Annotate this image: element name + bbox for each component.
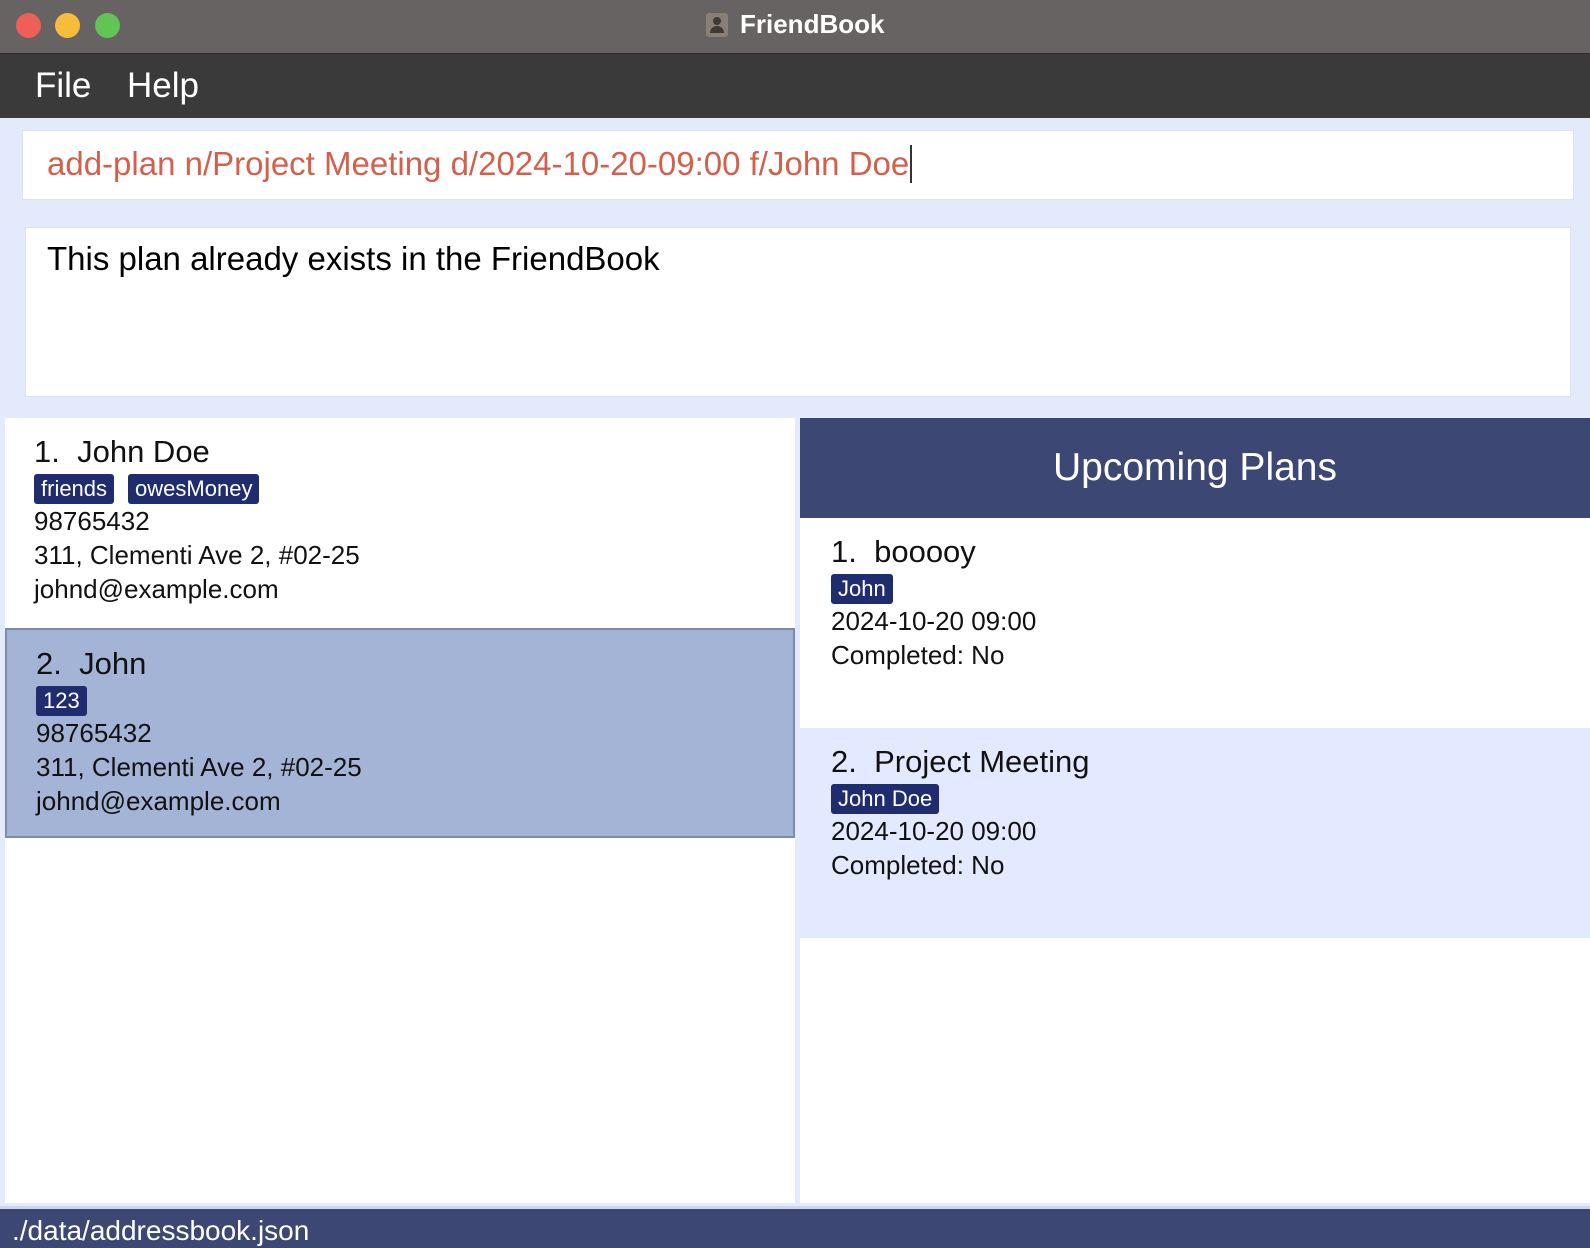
command-input[interactable]: add-plan n/Project Meeting d/2024-10-20-… — [47, 145, 913, 183]
tag-badge: friends — [34, 474, 115, 504]
menu-bar: File Help — [0, 54, 1590, 118]
person-email: johnd@example.com — [36, 786, 281, 816]
plan-datetime: 2024-10-20 09:00 — [831, 606, 1037, 636]
plan-friends: John Doe — [831, 784, 940, 814]
plan-index: 2. — [831, 744, 857, 779]
plan-name: Project Meeting — [874, 744, 1090, 779]
minimize-window-button[interactable] — [55, 13, 80, 38]
status-bar: ./data/addressbook.json — [0, 1206, 1590, 1248]
maximize-window-button[interactable] — [95, 13, 120, 38]
plan-card[interactable]: 1. booooy John 2024-10-20 09:00 Complete… — [800, 518, 1590, 728]
plan-card[interactable]: 2. Project Meeting John Doe 2024-10-20 0… — [800, 728, 1590, 938]
plans-header: Upcoming Plans — [800, 418, 1590, 518]
person-address: 311, Clementi Ave 2, #02-25 — [36, 752, 362, 782]
menu-help[interactable]: Help — [127, 66, 199, 106]
friend-badge: John Doe — [831, 784, 940, 814]
person-card-selected[interactable]: 2. John 123 98765432 311, Clementi Ave 2… — [5, 628, 795, 838]
plan-friends: John — [831, 574, 893, 604]
plan-name-line: 2. Project Meeting — [831, 744, 1089, 780]
plan-index: 1. — [831, 534, 857, 569]
plan-name: booooy — [874, 534, 976, 569]
plan-datetime: 2024-10-20 09:00 — [831, 816, 1037, 846]
person-email: johnd@example.com — [34, 574, 279, 604]
title-bar: FriendBook — [0, 0, 1590, 54]
close-window-button[interactable] — [16, 13, 41, 38]
person-index: 2. — [36, 646, 62, 681]
person-name-line: 1. John Doe — [34, 434, 210, 470]
plan-completed: Completed: No — [831, 640, 1005, 670]
person-address: 311, Clementi Ave 2, #02-25 — [34, 540, 360, 570]
person-card[interactable]: 1. John Doe friends owesMoney 98765432 3… — [5, 418, 795, 628]
app-contact-icon — [706, 13, 728, 37]
friend-badge: John — [831, 574, 893, 604]
data-file-path: ./data/addressbook.json — [12, 1215, 310, 1246]
person-name: John Doe — [77, 434, 210, 469]
tag-badge: owesMoney — [128, 474, 260, 504]
plan-list[interactable]: Upcoming Plans 1. booooy John 2024-10-20… — [800, 418, 1590, 1203]
command-input-box[interactable]: add-plan n/Project Meeting d/2024-10-20-… — [22, 130, 1574, 200]
plan-completed: Completed: No — [831, 850, 1005, 880]
plan-name-line: 1. booooy — [831, 534, 976, 570]
person-name: John — [79, 646, 147, 681]
person-phone: 98765432 — [36, 718, 152, 748]
person-name-line: 2. John — [36, 646, 146, 682]
menu-file[interactable]: File — [35, 66, 91, 106]
result-display: This plan already exists in the FriendBo… — [25, 227, 1571, 397]
person-tags: friends owesMoney — [34, 474, 260, 504]
person-index: 1. — [34, 434, 60, 469]
window-title: FriendBook — [740, 9, 885, 39]
result-message: This plan already exists in the FriendBo… — [47, 240, 660, 277]
person-list[interactable]: 1. John Doe friends owesMoney 98765432 3… — [5, 418, 795, 1203]
person-tags: 123 — [36, 686, 87, 716]
person-phone: 98765432 — [34, 506, 150, 536]
tag-badge: 123 — [36, 686, 87, 716]
